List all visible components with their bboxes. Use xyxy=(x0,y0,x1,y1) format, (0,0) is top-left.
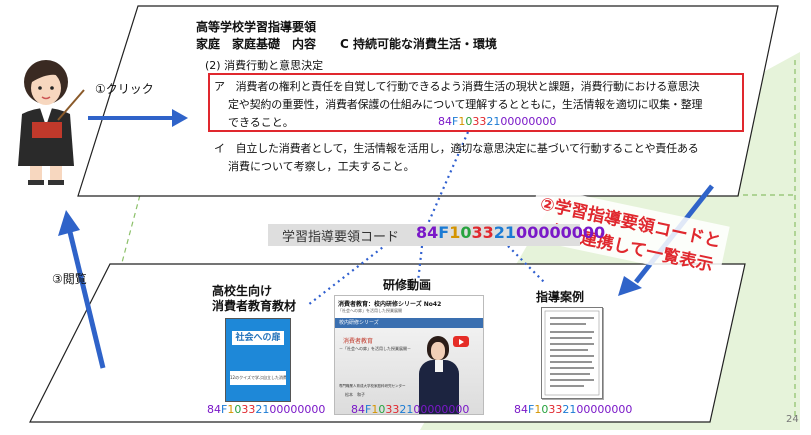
video-thumbnail[interactable]: 消費者教育：校内研修シリーズ No42 「社会への扉」を活用した授業展開 校内研… xyxy=(334,295,484,415)
guideline-section: (2) 消費行動と意思決定 xyxy=(205,59,324,72)
video-main2: －「社会への扉」を活用した授業展開－ xyxy=(339,346,411,351)
guideline-title: 高等学校学習指導要領 xyxy=(196,20,317,34)
code-segment: 3 xyxy=(482,223,494,242)
code-segment: 3 xyxy=(471,223,483,242)
item-a-line3: できること。 xyxy=(228,116,294,129)
category-video: 研修動画 xyxy=(383,278,432,292)
code-segment: 0 xyxy=(527,223,539,242)
category-material-line2: 消費者教育教材 xyxy=(212,299,297,313)
code-segment: 84 xyxy=(514,403,528,416)
play-button-icon[interactable] xyxy=(453,336,469,347)
category-cases: 指導案例 xyxy=(536,290,585,304)
code-a: 84F10332100000000 xyxy=(438,115,556,128)
code-segment: 0 xyxy=(462,403,470,416)
step-click-label: ①クリック xyxy=(95,82,154,96)
code-segment: 0 xyxy=(594,223,606,242)
code-segment: 84 xyxy=(438,115,452,128)
video-subtitle: 「社会への扉」を活用した授業展開 xyxy=(338,308,402,313)
material-cover-title: 社会への扉 xyxy=(232,331,284,345)
code-banner-label: 学習指導要領コード xyxy=(282,230,400,245)
material-thumbnail[interactable]: 社会への扉 12のクイズで学ぶ自立した消費者 xyxy=(225,318,291,402)
code-segment: 84 xyxy=(416,223,439,242)
case-document-lines xyxy=(544,310,600,396)
code-segment: 0 xyxy=(582,223,595,242)
material-cover-sub: 12のクイズで学ぶ自立した消費者 xyxy=(230,371,286,385)
case-thumbnail[interactable] xyxy=(541,307,603,399)
item-i-line2: 消費について考察し，工夫すること。 xyxy=(228,160,415,173)
code-material: 84F10332100000000 xyxy=(207,403,325,416)
page-number: 24 xyxy=(786,414,799,425)
code-cases: 84F10332100000000 xyxy=(514,403,632,416)
code-segment: 0 xyxy=(460,223,472,242)
code-segment: 1 xyxy=(449,223,461,242)
code-segment: 0 xyxy=(318,403,326,416)
code-segment: 2 xyxy=(493,223,505,242)
video-speaker: 松本 和子 xyxy=(345,392,365,397)
code-segment: 0 xyxy=(625,403,633,416)
video-title: 消費者教育：校内研修シリーズ No42 xyxy=(338,301,442,308)
item-a-line2: 定や契約の重要性，消費者保護の仕組みについて理解するとともに，生活情報を適切に収… xyxy=(228,98,703,111)
code-segment: 0 xyxy=(571,223,583,242)
item-i-line1: イ 自立した消費者として，生活情報を活用し，適切な意思決定に基づいて行動すること… xyxy=(214,142,699,155)
video-org: 専門職業人育成大学校家庭科研究センター xyxy=(339,384,406,388)
code-segment: 0 xyxy=(516,223,528,242)
code-video: 84F10332100000000 xyxy=(351,403,469,416)
code-segment: 0 xyxy=(549,223,561,242)
video-series: 校内研修シリーズ xyxy=(335,318,483,328)
code-segment: 0 xyxy=(560,223,572,242)
code-segment: 84 xyxy=(351,403,365,416)
teacher-illustration xyxy=(18,60,85,185)
item-a-line1: ア 消費者の権利と責任を自覚して行動できるよう消費生活の現状と課題，消費行動にお… xyxy=(214,80,700,93)
code-segment: 1 xyxy=(504,223,517,242)
video-main1: 消費者教育 xyxy=(343,338,374,345)
presenter-face xyxy=(431,342,445,360)
presenter-collar xyxy=(435,360,443,372)
step-view-label: ③閲覧 xyxy=(52,272,87,286)
code-segment: 0 xyxy=(549,115,557,128)
code-segment: 0 xyxy=(538,223,550,242)
code-segment: F xyxy=(438,223,450,242)
guideline-subject: 家庭 家庭基礎 内容 C 持続可能な消費生活・環境 xyxy=(196,37,497,51)
code-banner-value: 84F10332100000000 xyxy=(416,223,605,242)
code-segment: 84 xyxy=(207,403,221,416)
